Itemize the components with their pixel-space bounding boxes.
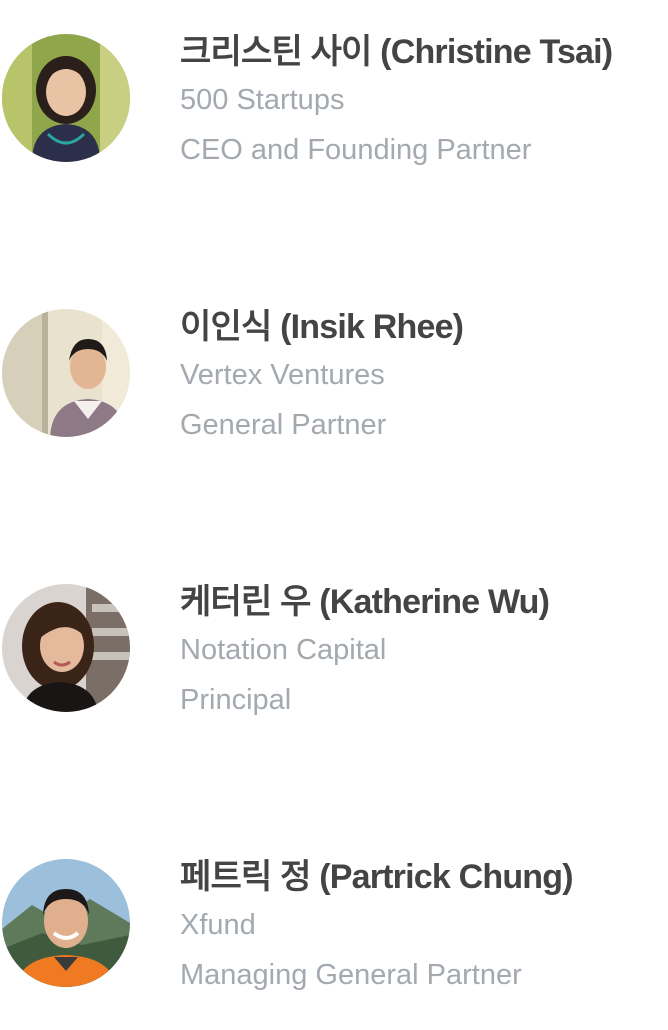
- speaker-organization: Vertex Ventures: [180, 359, 385, 391]
- speaker-name: 페트릭 정 (Partrick Chung): [180, 858, 574, 896]
- person-photo-icon: [2, 309, 130, 437]
- speaker-name: 케터린 우 (Katherine Wu): [180, 583, 550, 621]
- person-photo-icon: [2, 859, 130, 987]
- speaker-avatar: [2, 859, 130, 987]
- person-photo-icon: [2, 584, 130, 712]
- speaker-role: Managing General Partner: [180, 959, 522, 991]
- speaker-avatar: [2, 34, 130, 162]
- speaker-card-insik-rhee: 이인식 (Insik Rhee) Vertex Ventures General…: [0, 275, 668, 441]
- person-photo-icon: [2, 34, 130, 162]
- speaker-card-katherine-wu: 케터린 우 (Katherine Wu) Notation Capital Pr…: [0, 550, 668, 716]
- speaker-role: CEO and Founding Partner: [180, 134, 532, 166]
- speaker-card-partrick-chung: 페트릭 정 (Partrick Chung) Xfund Managing Ge…: [0, 825, 668, 991]
- speaker-organization: Xfund: [180, 909, 256, 941]
- speaker-role: General Partner: [180, 409, 387, 441]
- speaker-organization: Notation Capital: [180, 634, 387, 666]
- speaker-avatar: [2, 309, 130, 437]
- speaker-card-christine-tsai: 크리스틴 사이 (Christine Tsai) 500 Startups CE…: [0, 0, 668, 166]
- speaker-name: 이인식 (Insik Rhee): [180, 308, 464, 346]
- speaker-role: Principal: [180, 684, 292, 716]
- speaker-avatar: [2, 584, 130, 712]
- speaker-name: 크리스틴 사이 (Christine Tsai): [180, 33, 613, 71]
- speaker-organization: 500 Startups: [180, 84, 345, 116]
